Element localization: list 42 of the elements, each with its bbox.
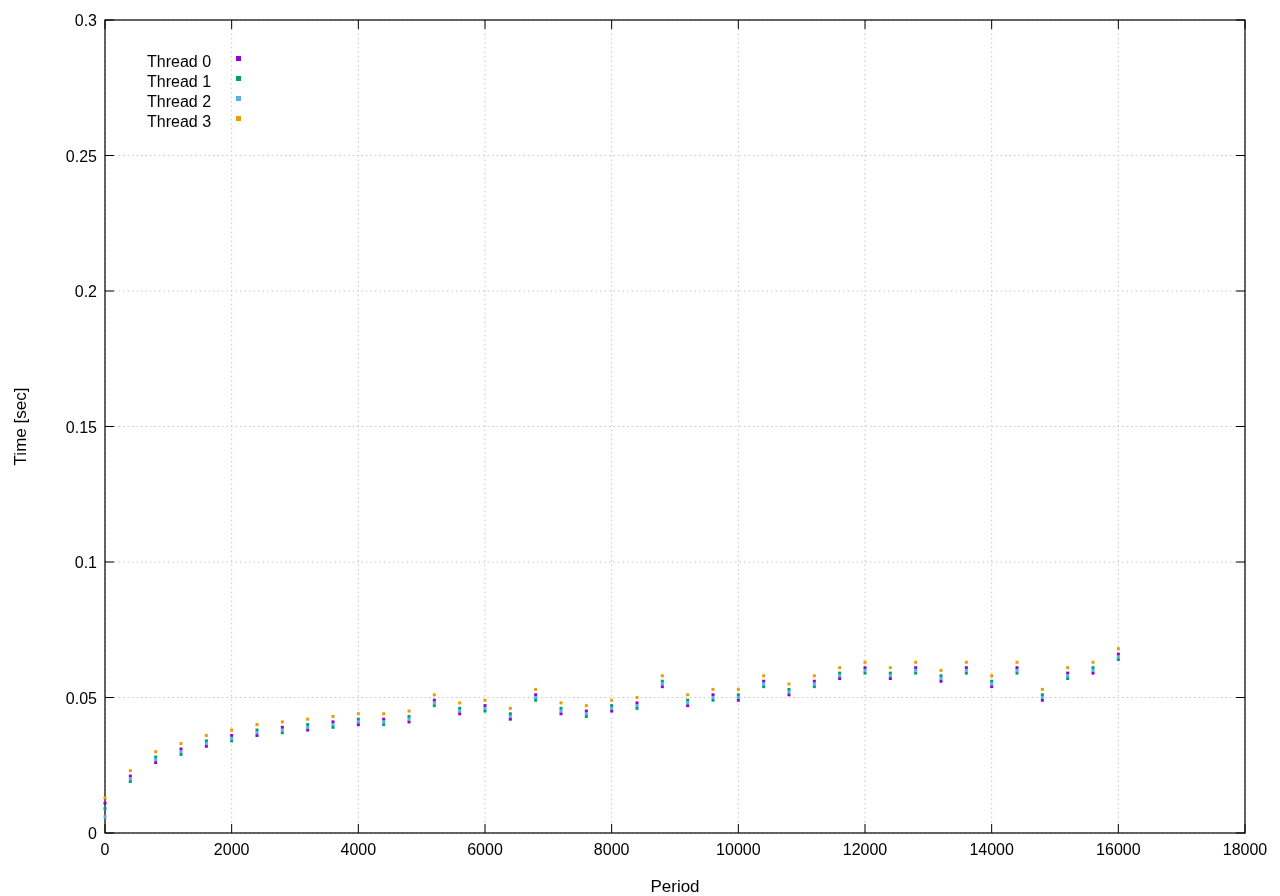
tick-label: 6000	[467, 841, 503, 858]
tick-label: 4000	[340, 841, 377, 858]
data-point	[964, 660, 968, 664]
data-point	[1015, 660, 1019, 664]
tick-label: 0.05	[65, 689, 97, 707]
legend-label: Thread 2	[147, 93, 212, 110]
data-point	[939, 668, 943, 672]
tick-label: 0	[100, 841, 110, 858]
data-point	[204, 733, 208, 737]
data-point	[508, 706, 512, 710]
tick-label: 2000	[213, 841, 250, 858]
data-point	[103, 807, 107, 811]
tick-label: 0.25	[65, 147, 97, 165]
data-point	[610, 698, 614, 702]
legend-label: Thread 3	[147, 113, 212, 130]
tick-label: 12000	[842, 841, 888, 858]
tick-label: 0.3	[74, 12, 97, 29]
tick-label: 0	[88, 825, 97, 842]
data-point	[914, 660, 918, 664]
data-point	[306, 717, 310, 721]
tick-label: 8000	[593, 841, 630, 858]
tick-label: 14000	[969, 841, 1014, 858]
data-point	[534, 687, 538, 691]
data-point	[863, 660, 867, 664]
axis-label: Time [sec]	[11, 387, 30, 466]
data-point	[331, 714, 335, 718]
tick-label: 10000	[716, 841, 761, 858]
data-point	[711, 687, 715, 691]
legend-label: Thread 1	[147, 73, 212, 90]
data-point	[736, 687, 740, 691]
tick-label: 0.2	[74, 283, 97, 300]
tick-label: 0.1	[74, 554, 97, 571]
axis-label: Period	[650, 877, 700, 896]
legend-label: Thread 0	[147, 53, 212, 70]
tick-label: 0.15	[65, 418, 97, 436]
data-point	[1091, 660, 1095, 664]
tick-label: 16000	[1096, 841, 1141, 858]
data-point	[103, 815, 107, 819]
data-point	[1040, 687, 1044, 691]
data-point	[635, 696, 639, 699]
data-point	[483, 698, 487, 702]
tick-label: 18000	[1222, 841, 1268, 858]
